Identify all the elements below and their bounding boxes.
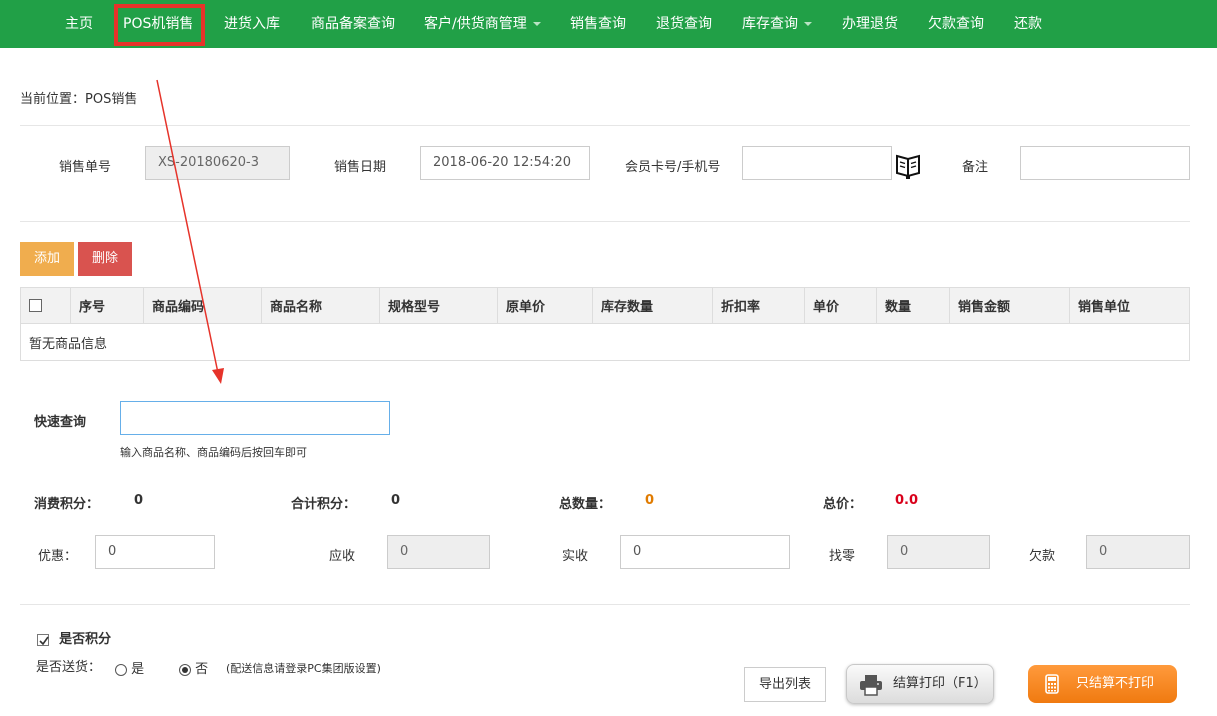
- total-price-value: 0.0: [895, 493, 919, 508]
- settle-no-print-button[interactable]: 只结算不打印: [1028, 665, 1177, 703]
- delivery-no-label: 否: [195, 662, 209, 677]
- change-label: 找零: [829, 549, 856, 564]
- table-row: 暂无商品信息: [20, 323, 1190, 361]
- settle-print-label: 结算打印（F1）: [893, 676, 987, 691]
- points-value: 0: [134, 493, 144, 508]
- breadcrumb: 当前位置：POS销售: [20, 92, 138, 107]
- nav-purchase-in[interactable]: 进货入库: [224, 0, 280, 48]
- order-no-label: 销售单号: [59, 160, 112, 175]
- col-header: 数量: [876, 287, 950, 324]
- delivery-note: (配送信息请登录PC集团版设置): [226, 662, 381, 675]
- receivable-label: 应收: [329, 549, 356, 564]
- debt-field: 0: [1086, 535, 1190, 569]
- col-header: 销售单位: [1069, 287, 1190, 324]
- nav-home[interactable]: 主页: [65, 0, 93, 48]
- remark-label: 备注: [962, 160, 989, 175]
- settle-print-button[interactable]: 结算打印（F1）: [846, 664, 994, 704]
- order-no-field: XS-20180620-3: [145, 146, 290, 180]
- divider: [20, 125, 1190, 126]
- points-option[interactable]: 是否积分: [37, 628, 111, 647]
- delete-button[interactable]: 删除: [78, 242, 132, 276]
- nav-customer-supplier[interactable]: 客户/供货商管理: [424, 0, 541, 48]
- member-label: 会员卡号/手机号: [625, 160, 721, 175]
- table-header-row: 序号 商品编码 商品名称 规格型号 原单价 库存数量 折扣率 单价 数量 销售金…: [20, 287, 1190, 324]
- col-header: 规格型号: [379, 287, 498, 324]
- discount-field[interactable]: 0: [95, 535, 215, 569]
- highlight-box: [114, 4, 205, 46]
- empty-message: 暂无商品信息: [20, 323, 1190, 361]
- points-option-label: 是否积分: [59, 632, 112, 647]
- delivery-yes-label: 是: [131, 662, 145, 677]
- divider: [20, 604, 1190, 605]
- total-qty-label: 总数量：: [559, 497, 612, 512]
- discount-label: 优惠：: [38, 549, 78, 564]
- total-qty-value: 0: [645, 493, 655, 508]
- col-header: 单价: [804, 287, 877, 324]
- nav-product-record[interactable]: 商品备案查询: [311, 0, 395, 48]
- delivery-yes-radio[interactable]: [115, 663, 127, 676]
- sale-date-field[interactable]: 2018-06-20 12:54:20: [420, 146, 590, 180]
- nav-sales-query[interactable]: 销售查询: [570, 0, 626, 48]
- printer-icon: [860, 675, 882, 696]
- member-field[interactable]: [742, 146, 892, 180]
- select-all-checkbox[interactable]: [29, 299, 42, 312]
- check-icon: [39, 636, 49, 645]
- chevron-down-icon: [532, 22, 541, 26]
- nav-customer-supplier-label: 客户/供货商管理: [424, 16, 527, 32]
- remark-field[interactable]: [1020, 146, 1190, 180]
- card-reader-icon[interactable]: [894, 152, 922, 180]
- annotation-arrow-head: [212, 368, 224, 384]
- select-all-cell: [20, 287, 71, 324]
- nav-return-query[interactable]: 退货查询: [656, 0, 712, 48]
- divider: [20, 221, 1190, 222]
- sale-date-label: 销售日期: [334, 160, 387, 175]
- points-label: 消费积分：: [34, 497, 100, 512]
- quick-search-label: 快速查询: [34, 415, 87, 430]
- col-header: 折扣率: [712, 287, 805, 324]
- col-header: 商品编码: [143, 287, 262, 324]
- nav-repay[interactable]: 还款: [1014, 0, 1042, 48]
- quick-search-input[interactable]: [120, 401, 390, 435]
- received-field[interactable]: 0: [620, 535, 790, 569]
- nav-stock-query[interactable]: 库存查询: [742, 0, 812, 48]
- col-header: 销售金额: [949, 287, 1070, 324]
- delivery-no-option[interactable]: 否: [179, 658, 208, 677]
- nav-debt-query[interactable]: 欠款查询: [928, 0, 984, 48]
- calculator-icon: [1045, 674, 1059, 694]
- col-header: 库存数量: [592, 287, 713, 324]
- quick-search-hint: 输入商品名称、商品编码后按回车即可: [120, 446, 307, 459]
- receivable-field: 0: [387, 535, 490, 569]
- product-table: 序号 商品编码 商品名称 规格型号 原单价 库存数量 折扣率 单价 数量 销售金…: [20, 287, 1190, 361]
- col-header: 序号: [70, 287, 144, 324]
- export-list-button[interactable]: 导出列表: [744, 667, 826, 702]
- debt-label: 欠款: [1029, 549, 1056, 564]
- nav-handle-return[interactable]: 办理退货: [842, 0, 898, 48]
- received-label: 实收: [562, 549, 589, 564]
- col-header: 商品名称: [261, 287, 380, 324]
- delivery-label: 是否送货：: [36, 660, 102, 675]
- nav-stock-query-label: 库存查询: [742, 16, 798, 32]
- delivery-yes-option[interactable]: 是: [115, 658, 144, 677]
- total-points-label: 合计积分：: [291, 497, 357, 512]
- points-checkbox[interactable]: [37, 633, 49, 646]
- add-button[interactable]: 添加: [20, 242, 74, 276]
- col-header: 原单价: [497, 287, 593, 324]
- delivery-no-radio[interactable]: [179, 663, 191, 676]
- total-price-label: 总价：: [823, 497, 863, 512]
- top-nav: 主页 POS机销售 进货入库 商品备案查询 客户/供货商管理 销售查询 退货查询…: [0, 0, 1217, 48]
- chevron-down-icon: [804, 22, 812, 26]
- settle-no-print-label: 只结算不打印: [1076, 676, 1155, 691]
- change-field: 0: [887, 535, 990, 569]
- total-points-value: 0: [391, 493, 401, 508]
